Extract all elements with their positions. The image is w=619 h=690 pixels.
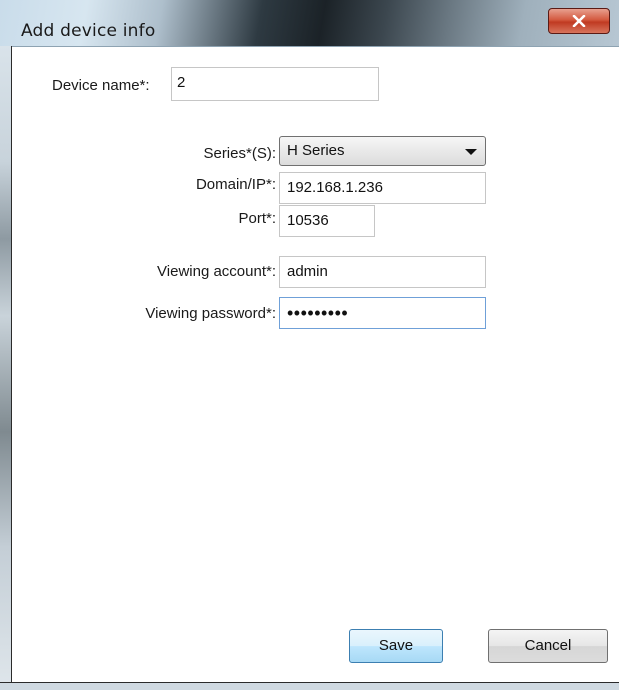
port-label: Port*: bbox=[238, 210, 276, 227]
dialog-body: Device name*: 2 Series*(S): H Series Dom… bbox=[12, 47, 619, 682]
domain-ip-label: Domain/IP*: bbox=[195, 176, 276, 193]
add-device-dialog: Add device info Device name*: 2 Series*(… bbox=[0, 0, 619, 690]
series-selected-value: H Series bbox=[287, 142, 345, 159]
port-field[interactable]: 10536 bbox=[279, 205, 375, 237]
viewing-password-label: Viewing password*: bbox=[145, 305, 276, 322]
viewing-account-field[interactable]: admin bbox=[279, 256, 486, 288]
title-bar[interactable]: Add device info bbox=[0, 0, 619, 47]
viewing-account-label: Viewing account*: bbox=[157, 263, 276, 280]
viewing-password-field[interactable]: ••••••••• bbox=[279, 297, 486, 329]
device-name-field[interactable]: 2 bbox=[171, 67, 379, 101]
series-label: Series*(S): bbox=[203, 145, 276, 162]
close-button[interactable] bbox=[548, 8, 610, 34]
device-name-label: Device name*: bbox=[52, 77, 150, 94]
chevron-down-icon bbox=[465, 149, 477, 155]
domain-ip-field[interactable]: 192.168.1.236 bbox=[279, 172, 486, 204]
dialog-title: Add device info bbox=[21, 21, 156, 41]
cancel-button[interactable]: Cancel bbox=[488, 629, 608, 663]
window-frame-left bbox=[0, 46, 12, 689]
close-icon bbox=[572, 15, 586, 27]
series-select[interactable]: H Series bbox=[279, 136, 486, 166]
save-button[interactable]: Save bbox=[349, 629, 443, 663]
